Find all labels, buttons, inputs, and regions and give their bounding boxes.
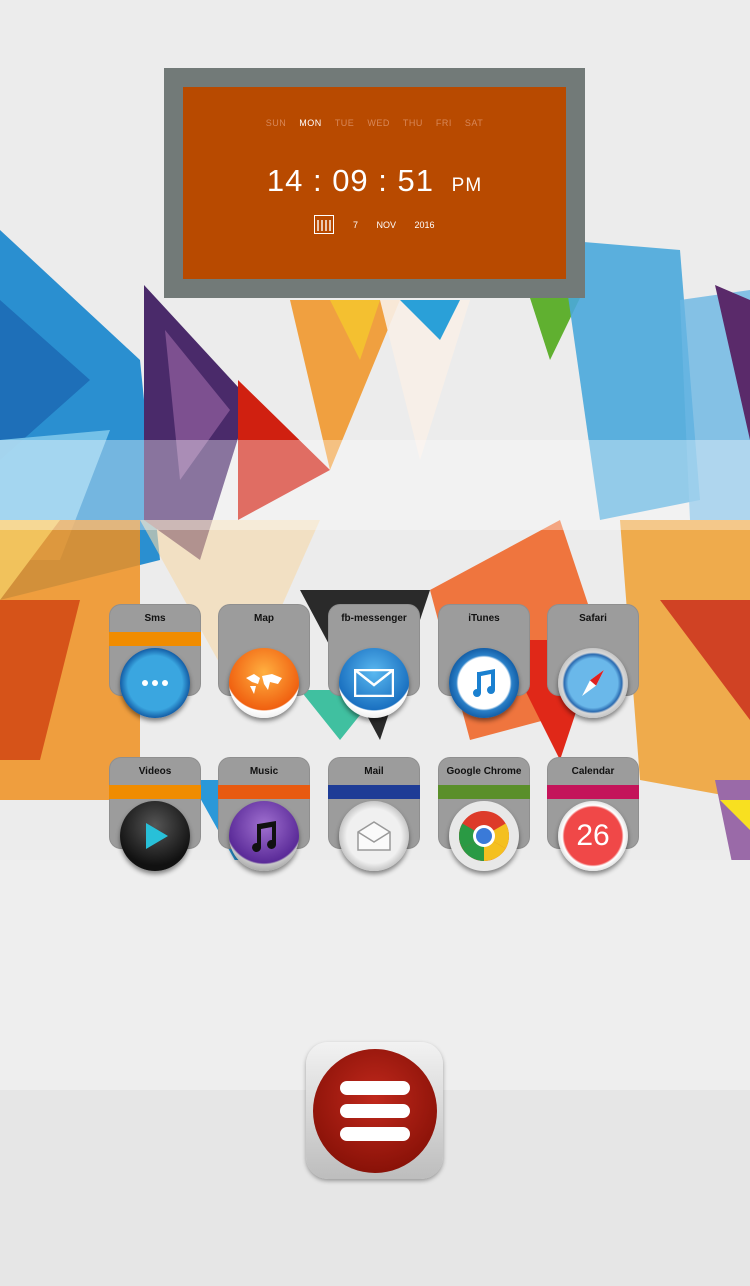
date-display: 7 NOV 2016 — [183, 215, 566, 234]
menu-bar — [339, 1103, 410, 1118]
time-display: 14 : 09 : 51 PM — [183, 163, 566, 199]
chat-bubble-icon — [120, 648, 190, 718]
app-label: Mail — [364, 766, 384, 777]
app-label: Music — [249, 766, 279, 777]
app-music[interactable]: Music — [218, 757, 310, 875]
weekday-tue: TUE — [334, 118, 355, 128]
app-stripe — [109, 785, 201, 799]
world-map-icon — [229, 648, 299, 718]
date-month: NOV — [376, 219, 396, 230]
weekday-thu: THU — [402, 118, 423, 128]
weekday-sun: SUN — [265, 118, 287, 128]
date-year: 2016 — [414, 219, 435, 230]
app-google-chrome[interactable]: Google Chrome — [438, 757, 530, 875]
weekday-row: SUN MON TUE WED THU FRI SAT — [183, 118, 566, 128]
app-videos[interactable]: Videos — [109, 757, 201, 875]
play-icon — [120, 801, 190, 871]
time-seconds: 51 — [397, 163, 435, 198]
calendar-icon — [314, 215, 335, 234]
envelope-icon — [339, 648, 409, 718]
app-label: Calendar — [571, 766, 615, 777]
time-separator: : — [378, 163, 398, 198]
calendar-icon: 26 — [558, 801, 628, 871]
music-note-icon — [449, 648, 519, 718]
weekday-sat: SAT — [464, 118, 484, 128]
clock-face: SUN MON TUE WED THU FRI SAT 14 : 09 : 51… — [183, 87, 566, 279]
app-stripe — [438, 785, 530, 799]
app-drawer-button[interactable] — [306, 1042, 443, 1179]
app-label: Map — [254, 613, 274, 624]
chrome-icon — [449, 801, 519, 871]
menu-bar — [339, 1126, 410, 1141]
compass-icon — [558, 648, 628, 718]
weekday-wed: WED — [367, 118, 390, 128]
app-fb-messenger[interactable]: fb-messenger — [328, 604, 420, 722]
app-safari[interactable]: Safari — [547, 604, 639, 722]
app-stripe — [328, 785, 420, 799]
app-stripe — [109, 632, 201, 646]
time-hours: 14 — [266, 163, 304, 198]
app-label: Sms — [144, 613, 166, 624]
app-sms[interactable]: Sms — [109, 604, 201, 722]
time-separator: : — [312, 163, 333, 198]
app-mail[interactable]: Mail — [328, 757, 420, 875]
app-stripe — [218, 785, 310, 799]
app-label: Google Chrome — [446, 766, 522, 777]
app-itunes[interactable]: iTunes — [438, 604, 530, 722]
weekday-fri: FRI — [435, 118, 452, 128]
app-label: Videos — [138, 766, 172, 777]
hamburger-menu-icon — [312, 1048, 437, 1173]
menu-bar — [339, 1080, 410, 1095]
app-label: iTunes — [468, 613, 500, 624]
calendar-date: 26 — [576, 819, 610, 852]
app-label: Safari — [579, 613, 607, 624]
app-calendar[interactable]: Calendar 26 — [547, 757, 639, 875]
date-day: 7 — [352, 219, 358, 230]
weekday-mon: MON — [299, 118, 322, 128]
app-stripe — [547, 785, 639, 799]
open-envelope-icon — [339, 801, 409, 871]
clock-widget[interactable]: SUN MON TUE WED THU FRI SAT 14 : 09 : 51… — [164, 68, 585, 298]
app-map[interactable]: Map — [218, 604, 310, 722]
app-label: fb-messenger — [341, 613, 407, 624]
time-ampm: PM — [451, 175, 483, 196]
music-notes-icon — [229, 801, 299, 871]
time-minutes: 09 — [332, 163, 369, 198]
